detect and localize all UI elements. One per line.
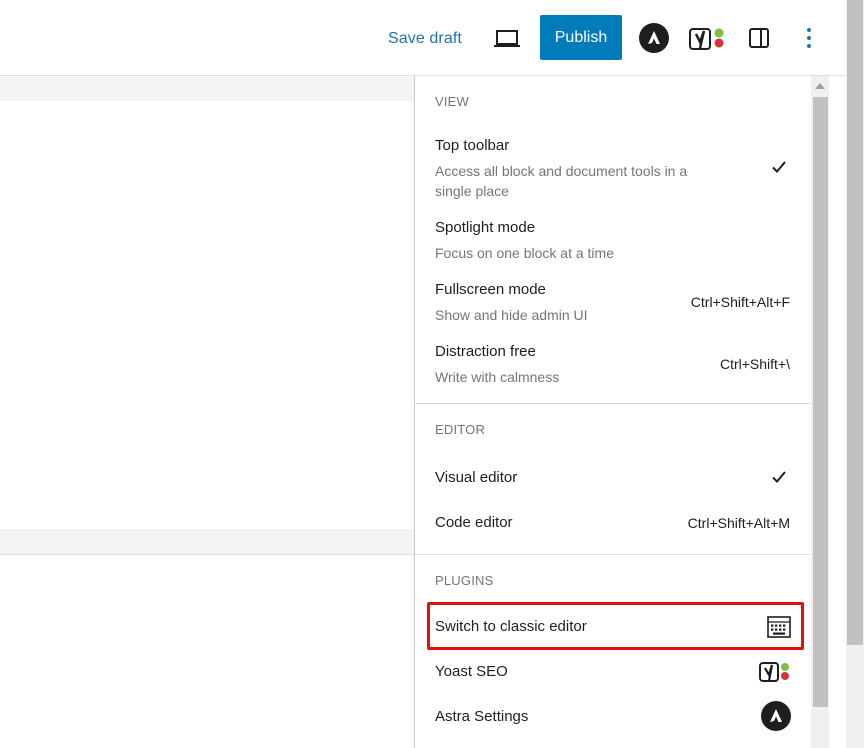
menu-item-description: Show and hide admin UI bbox=[435, 307, 588, 323]
publish-button[interactable]: Publish bbox=[540, 15, 622, 60]
menu-item-fullscreen-mode[interactable]: Fullscreen mode Show and hide admin UI C… bbox=[415, 278, 811, 328]
menu-item-label: Astra Settings bbox=[435, 708, 529, 725]
menu-group-divider bbox=[415, 554, 811, 555]
highlight-annotation-box bbox=[427, 602, 804, 650]
save-draft-button[interactable]: Save draft bbox=[388, 29, 462, 49]
menu-scrollbar-thumb[interactable] bbox=[813, 97, 828, 707]
editor-group-title: EDITOR bbox=[435, 422, 486, 437]
editor-canvas-band-top bbox=[0, 77, 415, 101]
yoast-icon bbox=[689, 28, 724, 50]
menu-item-label: Code editor bbox=[435, 514, 513, 531]
yoast-seo-button[interactable] bbox=[689, 26, 725, 52]
menu-item-spotlight-mode[interactable]: Spotlight mode Focus on one block at a t… bbox=[415, 216, 811, 266]
menu-item-yoast-seo[interactable]: Yoast SEO bbox=[415, 658, 811, 688]
menu-scroll-up-arrow[interactable] bbox=[815, 83, 825, 89]
checkmark-icon bbox=[772, 161, 786, 173]
menu-item-label: Distraction free bbox=[435, 343, 536, 360]
menu-item-astra-settings[interactable]: Astra Settings bbox=[415, 701, 811, 733]
menu-item-description: Focus on one block at a time bbox=[435, 245, 614, 261]
settings-sidebar-toggle[interactable] bbox=[748, 27, 770, 49]
sidebar-toggle-icon bbox=[749, 28, 769, 48]
menu-item-label: Top toolbar bbox=[435, 137, 510, 154]
menu-item-label: Visual editor bbox=[435, 469, 518, 486]
astra-logo-icon bbox=[639, 23, 669, 53]
menu-item-top-toolbar[interactable]: Top toolbar Access all block and documen… bbox=[415, 134, 811, 204]
astra-logo-icon bbox=[761, 701, 791, 731]
page-scrollbar-thumb[interactable] bbox=[847, 0, 863, 645]
plugins-group-title: PLUGINS bbox=[435, 573, 494, 588]
menu-item-distraction-free[interactable]: Distraction free Write with calmness Ctr… bbox=[415, 340, 811, 390]
options-menu-button[interactable] bbox=[799, 25, 819, 51]
yoast-icon bbox=[759, 662, 789, 682]
menu-item-visual-editor[interactable]: Visual editor bbox=[415, 464, 811, 494]
menu-item-label: Fullscreen mode bbox=[435, 281, 546, 298]
menu-item-description: Access all block and document tools in a… bbox=[435, 163, 688, 199]
editor-header: Save draft Publish bbox=[0, 0, 846, 76]
keyboard-shortcut: Ctrl+Shift+Alt+M bbox=[687, 515, 790, 531]
editor-canvas-divider bbox=[0, 554, 415, 555]
menu-group-divider bbox=[415, 403, 811, 404]
preview-button[interactable] bbox=[493, 27, 521, 51]
checkmark-icon bbox=[772, 471, 786, 483]
keyboard-shortcut: Ctrl+Shift+\ bbox=[719, 356, 790, 372]
keyboard-shortcut: Ctrl+Shift+Alt+F bbox=[690, 294, 790, 310]
menu-item-label: Spotlight mode bbox=[435, 219, 536, 236]
astra-settings-button[interactable] bbox=[639, 23, 669, 53]
editor-canvas-band-bottom bbox=[0, 529, 415, 554]
laptop-icon bbox=[494, 30, 520, 47]
menu-item-label: Yoast SEO bbox=[435, 663, 508, 680]
menu-item-code-editor[interactable]: Code editor Ctrl+Shift+Alt+M bbox=[415, 508, 811, 538]
vertical-ellipsis-icon bbox=[807, 28, 811, 48]
view-group-title: VIEW bbox=[435, 94, 470, 109]
menu-item-description: Write with calmness bbox=[435, 369, 560, 385]
